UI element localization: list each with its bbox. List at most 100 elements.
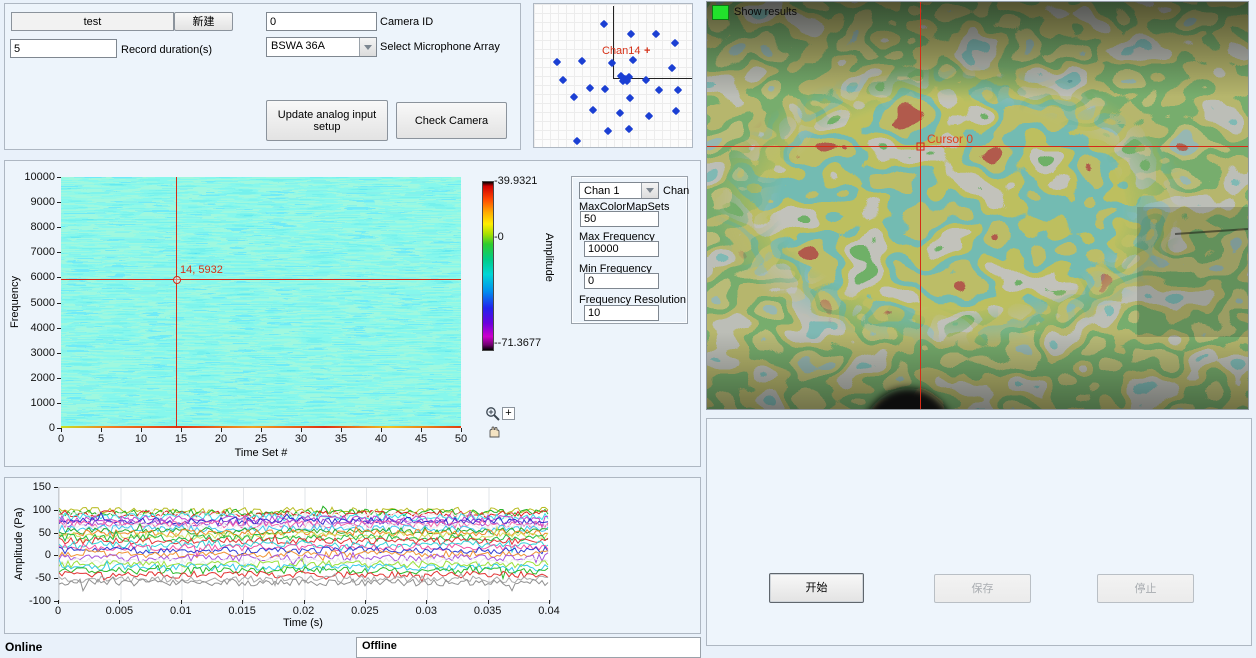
spectro-ytick-label: 2000 xyxy=(17,372,55,385)
freqres-input[interactable] xyxy=(584,305,659,321)
spectro-cursor-vline[interactable] xyxy=(176,177,177,428)
spectro-ytick-label: 1000 xyxy=(17,397,55,410)
spectro-xtick-label: 0 xyxy=(46,433,76,446)
spectro-xtick-label: 45 xyxy=(406,433,436,446)
chan-value: Chan 1 xyxy=(584,185,640,197)
spectro-xtick-label: 10 xyxy=(126,433,156,446)
mic-point xyxy=(672,107,680,115)
spectro-ytick-label: 7000 xyxy=(17,246,55,259)
wave-ytick xyxy=(54,555,58,556)
spectro-controls-box: Chan 1 Chan MaxColorMapSets Max Frequenc… xyxy=(571,176,688,324)
camera-view[interactable]: Cursor 0 Show results xyxy=(706,1,1249,410)
wave-xtick xyxy=(58,600,59,604)
spectro-cursor-label: 14, 5932 xyxy=(180,264,223,277)
zoom-tool-icon[interactable] xyxy=(485,406,501,422)
camera-id-input[interactable] xyxy=(266,12,377,31)
wave-xtick-label: 0.015 xyxy=(222,605,262,618)
mic-array-panel: Chan14 + xyxy=(533,3,693,148)
mic-point xyxy=(573,137,581,145)
mic-array-plot[interactable]: Chan14 + xyxy=(534,4,692,147)
wave-xtick-label: 0.025 xyxy=(345,605,385,618)
wave-ytick-label: -50 xyxy=(19,572,51,585)
chevron-down-icon[interactable] xyxy=(641,183,658,198)
mic-point xyxy=(652,30,660,38)
mic-point xyxy=(601,85,609,93)
spectro-xtick-label: 50 xyxy=(446,433,476,446)
spectro-xtick-label: 35 xyxy=(326,433,356,446)
spectro-xtick xyxy=(61,428,62,432)
wave-xtick xyxy=(488,600,489,604)
test-name-field[interactable]: test xyxy=(11,12,174,31)
wave-xtick xyxy=(181,600,182,604)
spectro-xtick-label: 15 xyxy=(166,433,196,446)
spectrogram-image xyxy=(61,177,461,428)
spectro-ytick xyxy=(57,252,61,253)
spectro-cursor-hline[interactable] xyxy=(61,279,461,280)
check-camera-button[interactable]: Check Camera xyxy=(396,102,507,139)
save-button[interactable]: 保存 xyxy=(934,574,1031,603)
spectro-cursor-center[interactable] xyxy=(173,276,181,284)
update-analog-input-button[interactable]: Update analog input setup xyxy=(266,100,388,141)
spectro-ytick-label: 6000 xyxy=(17,271,55,284)
test-name-value: test xyxy=(84,16,102,28)
record-duration-input[interactable] xyxy=(10,39,117,58)
new-button[interactable]: 新建 xyxy=(174,12,233,31)
spectro-ytick xyxy=(57,303,61,304)
mic-point xyxy=(553,58,561,66)
wave-xtick xyxy=(119,600,120,604)
colorbar-mid-label: -0 xyxy=(494,231,504,244)
show-results-checkbox[interactable] xyxy=(712,5,729,20)
spectro-ytick xyxy=(57,353,61,354)
minfreq-input[interactable] xyxy=(584,273,659,289)
mic-array-label: Select Microphone Array xyxy=(380,41,500,54)
mic-point xyxy=(625,125,633,133)
mic-cursor-cross[interactable]: + xyxy=(644,45,650,58)
wave-xtick-label: 0 xyxy=(38,605,78,618)
spectro-xtick-label: 40 xyxy=(366,433,396,446)
mic-point xyxy=(589,106,597,114)
spectro-ytick-label: 3000 xyxy=(17,347,55,360)
mic-point xyxy=(570,93,578,101)
mic-point xyxy=(600,20,608,28)
wave-ytick xyxy=(54,487,58,488)
wave-xtick-label: 0.035 xyxy=(468,605,508,618)
spectro-xtick-label: 25 xyxy=(246,433,276,446)
start-button[interactable]: 开始 xyxy=(769,573,864,603)
acoustic-overlay-image: Cursor 0 xyxy=(707,2,1248,409)
mic-array-value: BSWA 36A xyxy=(271,40,358,52)
spectrogram-plot[interactable]: 14, 5932 xyxy=(61,177,461,428)
spectro-ytick xyxy=(57,277,61,278)
spectro-ytick-label: 9000 xyxy=(17,196,55,209)
waveform-traces xyxy=(59,488,550,602)
spectro-ytick-label: 5000 xyxy=(17,297,55,310)
spectro-ytick xyxy=(57,177,61,178)
wave-ytick xyxy=(54,578,58,579)
record-duration-label: Record duration(s) xyxy=(121,44,212,57)
online-status-label: Online xyxy=(5,641,42,654)
wave-ytick xyxy=(54,510,58,511)
spectro-xtick-label: 20 xyxy=(206,433,236,446)
wave-ytick-label: 150 xyxy=(19,481,51,494)
chevron-down-icon[interactable] xyxy=(359,38,376,56)
mic-point xyxy=(626,94,634,102)
spectro-ytick-label: 8000 xyxy=(17,221,55,234)
chan-dropdown[interactable]: Chan 1 xyxy=(579,182,659,199)
zoom-plus-tool[interactable]: + xyxy=(502,407,515,420)
spectro-xtick xyxy=(141,428,142,432)
spectro-xtick xyxy=(421,428,422,432)
wave-xlabel: Time (s) xyxy=(268,617,338,630)
mic-point xyxy=(616,109,624,117)
maxcolormap-input[interactable] xyxy=(580,211,659,227)
mic-array-dropdown[interactable]: BSWA 36A xyxy=(266,37,377,57)
waveform-plot[interactable] xyxy=(58,487,551,603)
spectro-xtick xyxy=(461,428,462,432)
mic-point xyxy=(586,84,594,92)
wave-xtick-label: 0.03 xyxy=(406,605,446,618)
wave-xtick xyxy=(365,600,366,604)
pan-hand-icon[interactable] xyxy=(486,424,502,440)
spectro-xtick xyxy=(261,428,262,432)
maxfreq-input[interactable] xyxy=(584,241,659,257)
spectro-xtick-label: 30 xyxy=(286,433,316,446)
colorbar-min-label: --71.3677 xyxy=(494,337,541,350)
stop-button[interactable]: 停止 xyxy=(1097,574,1194,603)
